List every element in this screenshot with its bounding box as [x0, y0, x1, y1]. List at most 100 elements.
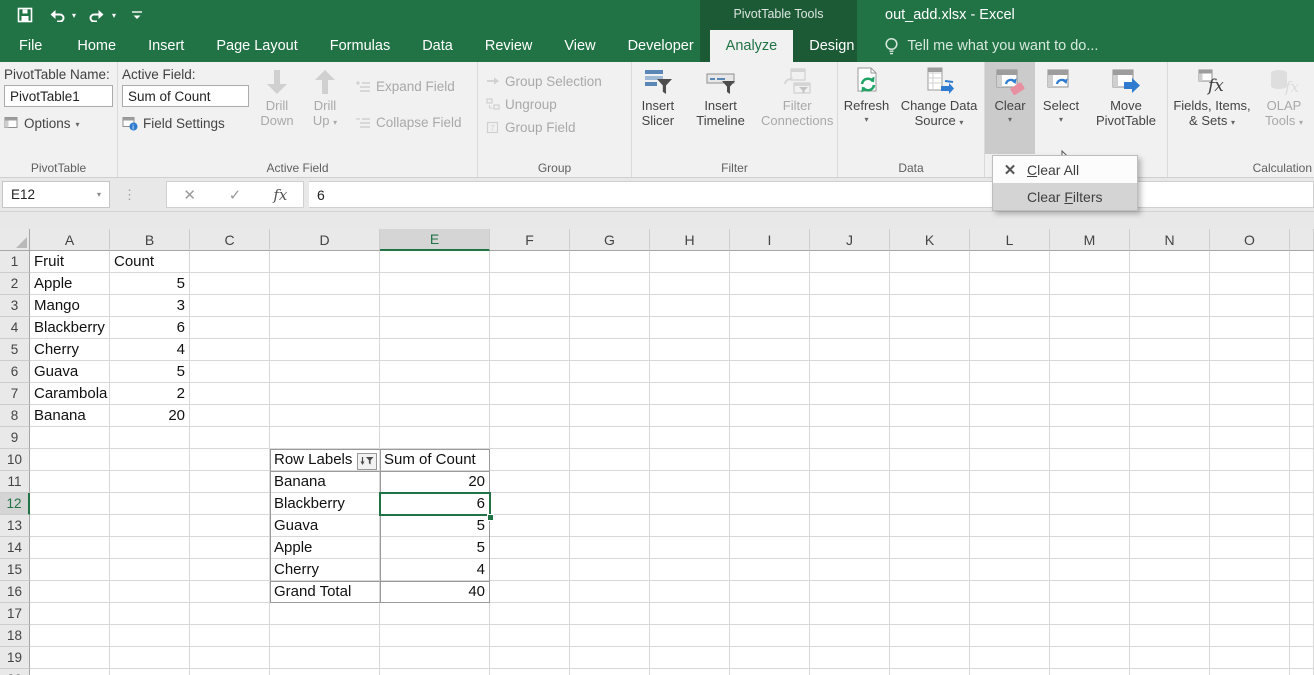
col-header-F[interactable]: F [490, 229, 570, 251]
cell-B15[interactable] [110, 559, 190, 581]
cell-I20[interactable] [730, 669, 810, 675]
cell-L6[interactable] [970, 361, 1050, 383]
cell-A19[interactable] [30, 647, 110, 669]
row-header-18[interactable]: 18 [0, 625, 30, 647]
cell-K10[interactable] [890, 449, 970, 471]
cell-G9[interactable] [570, 427, 650, 449]
cell-C2[interactable] [190, 273, 270, 295]
pivottable-name-input[interactable]: PivotTable1 [4, 85, 113, 107]
cell-A20[interactable] [30, 669, 110, 675]
cell-B17[interactable] [110, 603, 190, 625]
cell-H8[interactable] [650, 405, 730, 427]
cell-A2[interactable]: Apple [30, 273, 110, 295]
cell-J17[interactable] [810, 603, 890, 625]
cell-partial-20[interactable] [1290, 669, 1314, 675]
cell-K8[interactable] [890, 405, 970, 427]
cell-I4[interactable] [730, 317, 810, 339]
cell-C5[interactable] [190, 339, 270, 361]
cell-E3[interactable] [380, 295, 490, 317]
cell-M6[interactable] [1050, 361, 1130, 383]
cell-J3[interactable] [810, 295, 890, 317]
cell-I8[interactable] [730, 405, 810, 427]
cell-B4[interactable]: 6 [110, 317, 190, 339]
cell-F16[interactable] [490, 581, 570, 603]
cell-K7[interactable] [890, 383, 970, 405]
cell-D17[interactable] [270, 603, 380, 625]
cell-J14[interactable] [810, 537, 890, 559]
refresh-button[interactable]: Refresh ▾ [838, 62, 895, 154]
cell-G4[interactable] [570, 317, 650, 339]
row-labels-filter-button[interactable] [357, 453, 377, 470]
cell-A9[interactable] [30, 427, 110, 449]
cell-M4[interactable] [1050, 317, 1130, 339]
cell-E20[interactable] [380, 669, 490, 675]
options-button[interactable]: Options▾ [4, 113, 113, 133]
cell-H11[interactable] [650, 471, 730, 493]
cell-H12[interactable] [650, 493, 730, 515]
cell-H9[interactable] [650, 427, 730, 449]
insert-slicer-button[interactable]: Insert Slicer [632, 62, 684, 154]
cell-B20[interactable] [110, 669, 190, 675]
redo-icon[interactable] [86, 4, 108, 26]
cell-G6[interactable] [570, 361, 650, 383]
cell-I18[interactable] [730, 625, 810, 647]
cell-N13[interactable] [1130, 515, 1210, 537]
cell-A6[interactable]: Guava [30, 361, 110, 383]
cell-L1[interactable] [970, 251, 1050, 273]
cell-B11[interactable] [110, 471, 190, 493]
tab-page-layout[interactable]: Page Layout [200, 30, 313, 62]
cell-O10[interactable] [1210, 449, 1290, 471]
cell-B14[interactable] [110, 537, 190, 559]
cell-O19[interactable] [1210, 647, 1290, 669]
cell-J8[interactable] [810, 405, 890, 427]
field-settings-button[interactable]: i Field Settings [122, 113, 249, 133]
cell-O13[interactable] [1210, 515, 1290, 537]
col-header-K[interactable]: K [890, 229, 970, 251]
cell-O2[interactable] [1210, 273, 1290, 295]
cell-A18[interactable] [30, 625, 110, 647]
cell-N9[interactable] [1130, 427, 1210, 449]
cancel-icon[interactable]: ✕ [167, 182, 212, 207]
cell-G12[interactable] [570, 493, 650, 515]
col-header-partial[interactable] [1290, 229, 1314, 251]
cell-F5[interactable] [490, 339, 570, 361]
cell-I10[interactable] [730, 449, 810, 471]
cell-D19[interactable] [270, 647, 380, 669]
cell-H13[interactable] [650, 515, 730, 537]
cell-E17[interactable] [380, 603, 490, 625]
cell-F14[interactable] [490, 537, 570, 559]
cell-L11[interactable] [970, 471, 1050, 493]
cell-L18[interactable] [970, 625, 1050, 647]
cell-M17[interactable] [1050, 603, 1130, 625]
enter-icon[interactable]: ✓ [212, 182, 257, 207]
cell-K15[interactable] [890, 559, 970, 581]
cell-I14[interactable] [730, 537, 810, 559]
cell-F4[interactable] [490, 317, 570, 339]
cell-H19[interactable] [650, 647, 730, 669]
row-header-13[interactable]: 13 [0, 515, 30, 537]
tab-design[interactable]: Design [793, 30, 870, 62]
cell-I12[interactable] [730, 493, 810, 515]
cell-F11[interactable] [490, 471, 570, 493]
cell-L16[interactable] [970, 581, 1050, 603]
cell-I9[interactable] [730, 427, 810, 449]
cell-L20[interactable] [970, 669, 1050, 675]
cell-C1[interactable] [190, 251, 270, 273]
cell-F19[interactable] [490, 647, 570, 669]
cell-G13[interactable] [570, 515, 650, 537]
cell-G14[interactable] [570, 537, 650, 559]
cell-A1[interactable]: Fruit [30, 251, 110, 273]
cell-N15[interactable] [1130, 559, 1210, 581]
cell-A10[interactable] [30, 449, 110, 471]
cell-B16[interactable] [110, 581, 190, 603]
clear-button[interactable]: Clear ▾ [985, 62, 1035, 154]
tab-insert[interactable]: Insert [132, 30, 200, 62]
cell-C15[interactable] [190, 559, 270, 581]
cell-K18[interactable] [890, 625, 970, 647]
cell-B9[interactable] [110, 427, 190, 449]
cell-L15[interactable] [970, 559, 1050, 581]
cell-A15[interactable] [30, 559, 110, 581]
cell-F1[interactable] [490, 251, 570, 273]
cell-partial-9[interactable] [1290, 427, 1314, 449]
cell-H20[interactable] [650, 669, 730, 675]
